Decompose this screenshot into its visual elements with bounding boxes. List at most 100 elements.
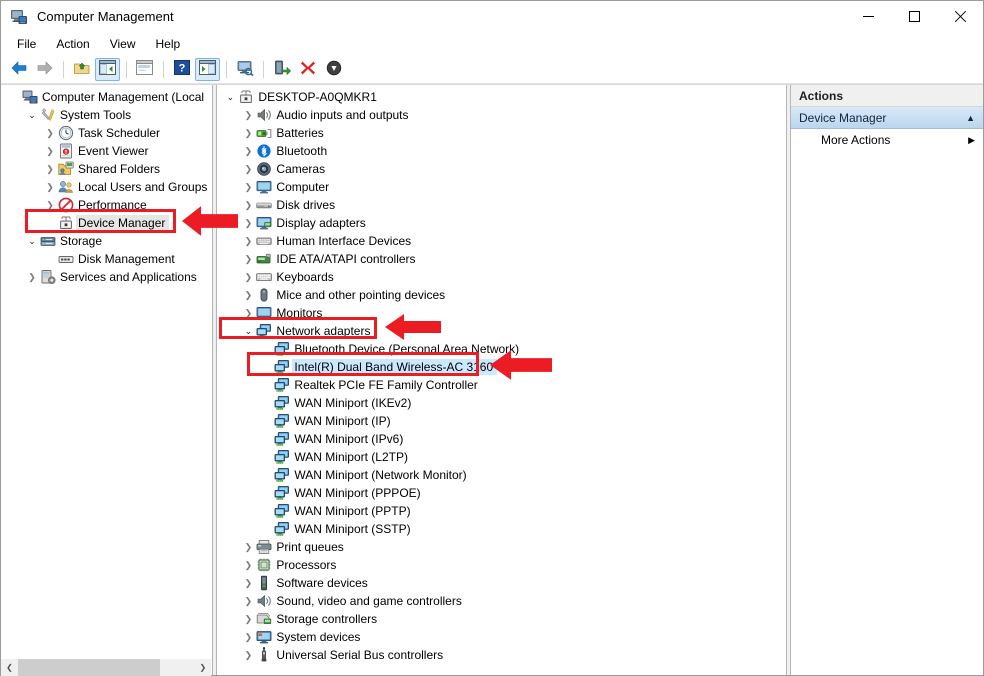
chevron-right-icon[interactable]: ❯ xyxy=(240,161,256,177)
tree-item-wan-miniport-pppoe[interactable]: WAN Miniport (PPPOE) xyxy=(217,484,786,502)
show-hide-tree-button[interactable] xyxy=(95,57,120,81)
chevron-right-icon[interactable]: ❯ xyxy=(42,125,58,141)
tree-item-system-tools[interactable]: ⌄ System Tools xyxy=(1,106,211,124)
tree-item-monitors[interactable]: ❯ Monitors xyxy=(217,304,786,322)
up-one-level-button[interactable] xyxy=(69,58,94,81)
chevron-right-icon[interactable]: ❯ xyxy=(240,629,256,645)
tree-item-wan-miniport-ikev2[interactable]: WAN Miniport (IKEv2) xyxy=(217,394,786,412)
tree-item-print-queues[interactable]: ❯ Print queues xyxy=(217,538,786,556)
chevron-right-icon[interactable]: ❯ xyxy=(240,647,256,663)
menu-help[interactable]: Help xyxy=(146,34,191,54)
tree-item-bluetooth[interactable]: ❯ Bluetooth xyxy=(217,142,786,160)
tree-item-wan-miniport-sstp[interactable]: WAN Miniport (SSTP) xyxy=(217,520,786,538)
tree-item-ide-ata-atapi-controllers[interactable]: ❯ IDE ATA/ATAPI controllers xyxy=(217,250,786,268)
tree-item-task-scheduler[interactable]: ❯ Task Scheduler xyxy=(1,124,211,142)
tree-item-human-interface-devices[interactable]: ❯ Human Interface Devices xyxy=(217,232,786,250)
tree-item-desktop-a0qmkr1[interactable]: ⌄ DESKTOP-A0QMKR1 xyxy=(217,88,786,106)
tree-item-sound-video-and-game-controllers[interactable]: ❯ Sound, video and game controllers xyxy=(217,592,786,610)
chevron-right-icon[interactable]: ❯ xyxy=(240,215,256,231)
chevron-up-icon[interactable]: ▲ xyxy=(966,113,975,123)
chevron-right-icon[interactable]: ❯ xyxy=(240,143,256,159)
chevron-down-icon[interactable]: ⌄ xyxy=(222,89,238,105)
tree-item-wan-miniport-ip[interactable]: WAN Miniport (IP) xyxy=(217,412,786,430)
tree-item-display-adapters[interactable]: ❯ Display adapters xyxy=(217,214,786,232)
show-hide-action-pane-button[interactable] xyxy=(195,57,220,81)
chevron-right-icon[interactable]: ❯ xyxy=(240,125,256,141)
tree-item-intel-r-dual-band-wireless-ac-3160[interactable]: Intel(R) Dual Band Wireless-AC 3160 xyxy=(217,358,786,376)
help-button[interactable]: ? xyxy=(169,58,194,81)
uninstall-device-button[interactable] xyxy=(295,58,320,81)
chevron-right-icon[interactable]: ❯ xyxy=(240,197,256,213)
chevron-down-icon[interactable]: ⌄ xyxy=(24,107,40,123)
chevron-right-icon[interactable]: ❯ xyxy=(240,251,256,267)
tree-item-software-devices[interactable]: ❯ Software devices xyxy=(217,574,786,592)
back-button[interactable] xyxy=(6,58,31,81)
tree-item-disk-drives[interactable]: ❯ Disk drives xyxy=(217,196,786,214)
scroll-left-arrow-icon[interactable]: ❮ xyxy=(1,658,18,676)
forward-button[interactable] xyxy=(32,58,57,81)
menu-action[interactable]: Action xyxy=(46,34,99,54)
tree-item-realtek-pcie-fe-family-controller[interactable]: Realtek PCIe FE Family Controller xyxy=(217,376,786,394)
chevron-right-icon[interactable]: ❯ xyxy=(240,575,256,591)
tree-item-device-manager[interactable]: Device Manager xyxy=(1,214,211,232)
tree-item-performance[interactable]: ❯ Performance xyxy=(1,196,211,214)
tree-item-disk-management[interactable]: Disk Management xyxy=(1,250,211,268)
menu-view[interactable]: View xyxy=(100,34,146,54)
chevron-right-icon[interactable]: ❯ xyxy=(240,179,256,195)
tree-item-mice-and-other-pointing-devices[interactable]: ❯ Mice and other pointing devices xyxy=(217,286,786,304)
update-driver-button[interactable] xyxy=(269,58,294,81)
tree-item-wan-miniport-l2tp[interactable]: WAN Miniport (L2TP) xyxy=(217,448,786,466)
chevron-right-icon[interactable]: ❯ xyxy=(240,287,256,303)
chevron-right-icon[interactable]: ❯ xyxy=(24,269,40,285)
chevron-right-icon[interactable]: ❯ xyxy=(240,107,256,123)
chevron-right-icon[interactable]: ❯ xyxy=(42,143,58,159)
maximize-button[interactable] xyxy=(891,1,937,32)
tree-item-wan-miniport-network-monitor[interactable]: WAN Miniport (Network Monitor) xyxy=(217,466,786,484)
chevron-right-icon[interactable]: ❯ xyxy=(240,611,256,627)
tree-item-keyboards[interactable]: ❯ Keyboards xyxy=(217,268,786,286)
tree-item-services-and-applications[interactable]: ❯ Services and Applications xyxy=(1,268,211,286)
tree-item-wan-miniport-pptp[interactable]: WAN Miniport (PPTP) xyxy=(217,502,786,520)
chevron-down-icon[interactable]: ⌄ xyxy=(240,323,256,339)
chevron-right-icon[interactable]: ❯ xyxy=(240,593,256,609)
tree-item-storage[interactable]: ⌄ Storage xyxy=(1,232,211,250)
scan-hardware-changes-button[interactable] xyxy=(232,58,257,81)
menu-file[interactable]: File xyxy=(7,34,46,54)
console-tree[interactable]: Computer Management (Local ⌄ System Tools ❯… xyxy=(1,85,211,658)
tree-item-batteries[interactable]: ❯ Batteries xyxy=(217,124,786,142)
tree-item-wan-miniport-ipv6[interactable]: WAN Miniport (IPv6) xyxy=(217,430,786,448)
console-tree-hscrollbar[interactable]: ❮ ❯ xyxy=(1,658,212,676)
tree-item-cameras[interactable]: ❯ Cameras xyxy=(217,160,786,178)
tree-item-event-viewer[interactable]: ❯ Event Viewer xyxy=(1,142,211,160)
tree-item-universal-serial-bus-controllers[interactable]: ❯ Universal Serial Bus controllers xyxy=(217,646,786,664)
properties-button[interactable] xyxy=(132,58,157,81)
close-button[interactable] xyxy=(937,1,983,32)
tree-item-system-devices[interactable]: ❯ System devices xyxy=(217,628,786,646)
tree-item-network-adapters[interactable]: ⌄ Network adapters xyxy=(217,322,786,340)
hscroll-track[interactable] xyxy=(18,658,195,676)
disable-device-button[interactable] xyxy=(321,58,346,81)
tree-item-audio-inputs-and-outputs[interactable]: ❯ Audio inputs and outputs xyxy=(217,106,786,124)
hscroll-thumb[interactable] xyxy=(18,658,160,676)
minimize-button[interactable] xyxy=(845,1,891,32)
device-tree[interactable]: ⌄ DESKTOP-A0QMKR1 ❯ Audio inputs and output… xyxy=(217,85,786,675)
chevron-right-icon[interactable]: ❯ xyxy=(240,233,256,249)
tree-item-processors[interactable]: ❯ Processors xyxy=(217,556,786,574)
tree-item-local-users-and-groups[interactable]: ❯ Local Users and Groups xyxy=(1,178,211,196)
scroll-right-arrow-icon[interactable]: ❯ xyxy=(194,658,212,676)
chevron-right-icon[interactable]: ❯ xyxy=(240,539,256,555)
tree-item-storage-controllers[interactable]: ❯ Storage controllers xyxy=(217,610,786,628)
tree-item-computer[interactable]: ❯ Computer xyxy=(217,178,786,196)
chevron-right-icon[interactable]: ❯ xyxy=(240,305,256,321)
chevron-right-icon[interactable]: ❯ xyxy=(42,179,58,195)
chevron-right-icon[interactable]: ❯ xyxy=(240,557,256,573)
chevron-down-icon[interactable]: ⌄ xyxy=(24,233,40,249)
chevron-right-icon[interactable]: ❯ xyxy=(42,197,58,213)
tree-item-bluetooth-device-personal-area-network[interactable]: Bluetooth Device (Personal Area Network) xyxy=(217,340,786,358)
chevron-right-icon[interactable]: ❯ xyxy=(240,269,256,285)
actions-group-device-manager[interactable]: Device Manager ▲ xyxy=(791,107,983,129)
tree-item-computer-management-local[interactable]: Computer Management (Local xyxy=(1,88,211,106)
tree-item-shared-folders[interactable]: ❯ Shared Folders xyxy=(1,160,211,178)
action-more-actions[interactable]: More Actions ▶ xyxy=(791,129,983,151)
chevron-right-icon[interactable]: ❯ xyxy=(42,161,58,177)
